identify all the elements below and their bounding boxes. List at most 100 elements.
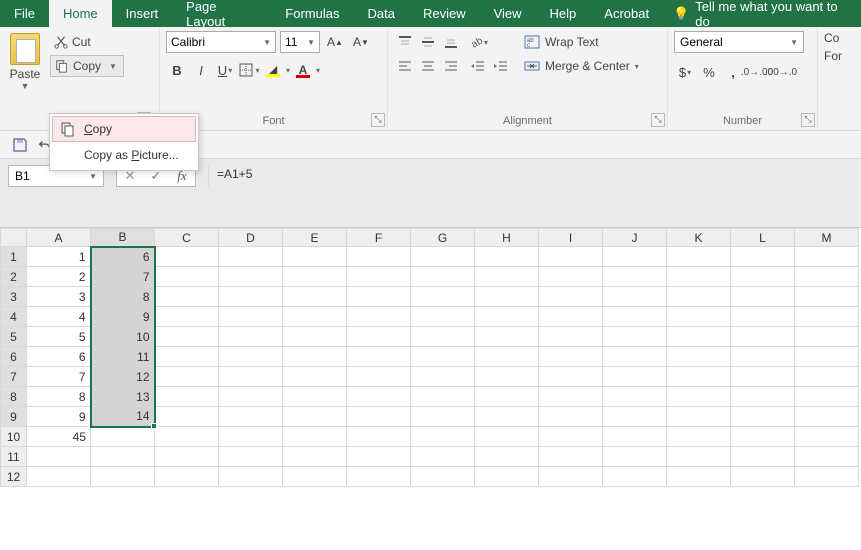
- cell-D2[interactable]: [219, 267, 283, 287]
- row-header-5[interactable]: 5: [1, 327, 27, 347]
- cell-K5[interactable]: [667, 327, 731, 347]
- menu-item-copy[interactable]: Copy: [52, 116, 196, 142]
- cell-B7[interactable]: 12: [91, 367, 155, 387]
- column-header-L[interactable]: L: [731, 229, 795, 247]
- row-header-11[interactable]: 11: [1, 447, 27, 467]
- row-header-4[interactable]: 4: [1, 307, 27, 327]
- underline-button[interactable]: U▾: [214, 59, 236, 81]
- cell-J4[interactable]: [603, 307, 667, 327]
- cell-J5[interactable]: [603, 327, 667, 347]
- cell-M10[interactable]: [795, 427, 859, 447]
- cell-E11[interactable]: [283, 447, 347, 467]
- chevron-down-icon[interactable]: ▼: [6, 81, 44, 91]
- select-all-corner[interactable]: [1, 229, 27, 247]
- column-header-E[interactable]: E: [283, 229, 347, 247]
- font-name-select[interactable]: Calibri ▼: [166, 31, 276, 53]
- accounting-format-button[interactable]: $▾: [674, 61, 696, 83]
- cell-M4[interactable]: [795, 307, 859, 327]
- cell-H3[interactable]: [475, 287, 539, 307]
- cell-H10[interactable]: [475, 427, 539, 447]
- cell-F12[interactable]: [347, 467, 411, 487]
- column-header-D[interactable]: D: [219, 229, 283, 247]
- cell-H7[interactable]: [475, 367, 539, 387]
- tab-insert[interactable]: Insert: [112, 0, 173, 27]
- dialog-launcher-font[interactable]: ⤡: [371, 113, 385, 127]
- cell-E9[interactable]: [283, 407, 347, 427]
- chevron-down-icon[interactable]: ▾: [316, 66, 320, 75]
- row-header-7[interactable]: 7: [1, 367, 27, 387]
- bold-button[interactable]: B: [166, 59, 188, 81]
- cell-K11[interactable]: [667, 447, 731, 467]
- column-header-A[interactable]: A: [27, 229, 91, 247]
- cell-G3[interactable]: [411, 287, 475, 307]
- column-header-G[interactable]: G: [411, 229, 475, 247]
- tab-help[interactable]: Help: [536, 0, 591, 27]
- cell-A9[interactable]: 9: [27, 407, 91, 427]
- cell-G5[interactable]: [411, 327, 475, 347]
- cell-F1[interactable]: [347, 247, 411, 267]
- cell-D9[interactable]: [219, 407, 283, 427]
- cell-B3[interactable]: 8: [91, 287, 155, 307]
- cell-G1[interactable]: [411, 247, 475, 267]
- row-header-8[interactable]: 8: [1, 387, 27, 407]
- formula-input[interactable]: =A1+5: [208, 165, 288, 187]
- row-header-9[interactable]: 9: [1, 407, 27, 427]
- increase-font-button[interactable]: A▲: [324, 31, 346, 53]
- tab-acrobat[interactable]: Acrobat: [590, 0, 663, 27]
- cell-M5[interactable]: [795, 327, 859, 347]
- cell-M3[interactable]: [795, 287, 859, 307]
- cell-G9[interactable]: [411, 407, 475, 427]
- cell-C5[interactable]: [155, 327, 219, 347]
- cell-H6[interactable]: [475, 347, 539, 367]
- cell-G10[interactable]: [411, 427, 475, 447]
- cell-L3[interactable]: [731, 287, 795, 307]
- cell-K9[interactable]: [667, 407, 731, 427]
- cell-G6[interactable]: [411, 347, 475, 367]
- decrease-decimal-button[interactable]: .00→.0: [770, 61, 792, 83]
- column-header-K[interactable]: K: [667, 229, 731, 247]
- row-header-6[interactable]: 6: [1, 347, 27, 367]
- paste-button[interactable]: Paste ▼: [6, 31, 44, 125]
- cell-M12[interactable]: [795, 467, 859, 487]
- decrease-font-button[interactable]: A▼: [350, 31, 372, 53]
- cell-L2[interactable]: [731, 267, 795, 287]
- cell-L1[interactable]: [731, 247, 795, 267]
- align-bottom-button[interactable]: [440, 31, 462, 53]
- cell-H5[interactable]: [475, 327, 539, 347]
- cell-F10[interactable]: [347, 427, 411, 447]
- column-header-J[interactable]: J: [603, 229, 667, 247]
- cell-G7[interactable]: [411, 367, 475, 387]
- cell-D12[interactable]: [219, 467, 283, 487]
- cell-D1[interactable]: [219, 247, 283, 267]
- cell-L4[interactable]: [731, 307, 795, 327]
- cell-E6[interactable]: [283, 347, 347, 367]
- row-header-3[interactable]: 3: [1, 287, 27, 307]
- cell-B6[interactable]: 11: [91, 347, 155, 367]
- cell-B11[interactable]: [91, 447, 155, 467]
- cell-D7[interactable]: [219, 367, 283, 387]
- increase-indent-button[interactable]: [490, 55, 512, 77]
- cell-M11[interactable]: [795, 447, 859, 467]
- cell-B2[interactable]: 7: [91, 267, 155, 287]
- cell-J9[interactable]: [603, 407, 667, 427]
- wrap-text-button[interactable]: abc Wrap Text: [520, 31, 643, 53]
- cell-J7[interactable]: [603, 367, 667, 387]
- italic-button[interactable]: I: [190, 59, 212, 81]
- cell-C9[interactable]: [155, 407, 219, 427]
- cell-E3[interactable]: [283, 287, 347, 307]
- tab-review[interactable]: Review: [409, 0, 480, 27]
- cell-D4[interactable]: [219, 307, 283, 327]
- cell-L5[interactable]: [731, 327, 795, 347]
- cell-G4[interactable]: [411, 307, 475, 327]
- tab-formulas[interactable]: Formulas: [271, 0, 353, 27]
- cell-M9[interactable]: [795, 407, 859, 427]
- cell-K8[interactable]: [667, 387, 731, 407]
- cell-E7[interactable]: [283, 367, 347, 387]
- cell-I1[interactable]: [539, 247, 603, 267]
- cell-A12[interactable]: [27, 467, 91, 487]
- cell-B1[interactable]: 6: [91, 247, 155, 267]
- cell-A6[interactable]: 6: [27, 347, 91, 367]
- cell-E8[interactable]: [283, 387, 347, 407]
- cell-B10[interactable]: [91, 427, 155, 447]
- cell-C2[interactable]: [155, 267, 219, 287]
